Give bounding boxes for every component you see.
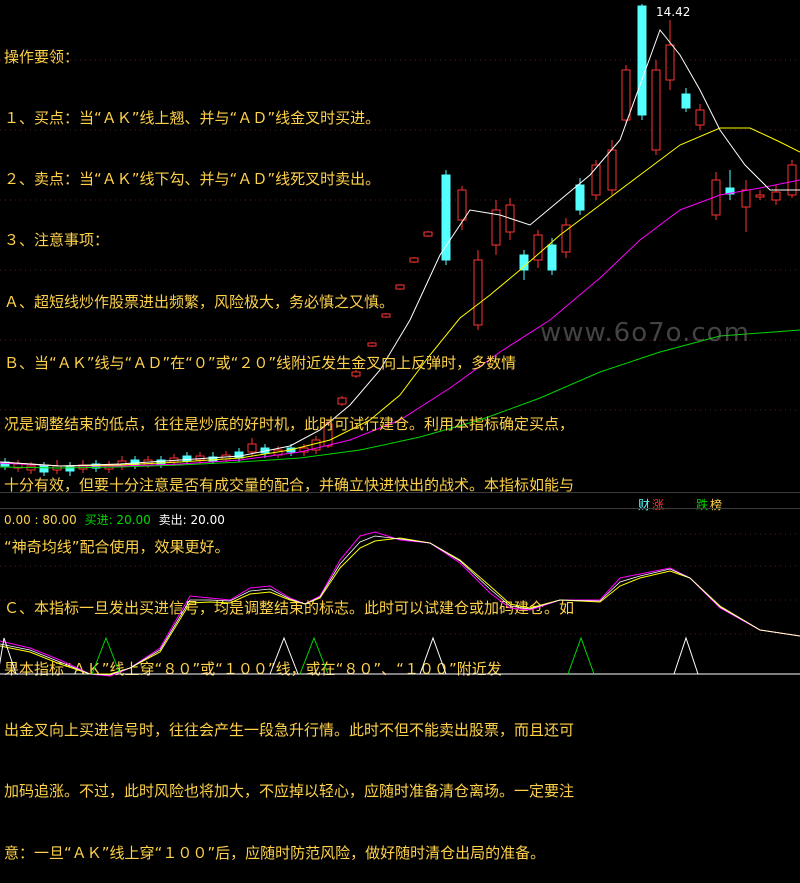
candle-body <box>637 5 647 116</box>
indicator-chart[interactable] <box>0 508 800 709</box>
ak-line <box>0 531 800 677</box>
panel-divider <box>0 492 800 493</box>
notes-line: 意：一旦“ＡＫ”线上穿“１００”后，应随时防范风险，做好随时清仓出局的准备。 <box>4 843 546 862</box>
candle-body <box>681 93 691 109</box>
sell-signal <box>673 636 699 675</box>
notes-line: 况是调整结束的低点，往往是炒底的好时机，此时可试行建仓。利用本指标确定买点， <box>4 415 575 434</box>
notes-line: １、买点：当“ＡＫ”线上翘、并与“ＡＤ”线金叉时买进。 <box>4 109 381 128</box>
notes-line: Ａ、超短线炒作股票进出频繁，风险极大，务必慎之又慎。 <box>4 292 395 311</box>
buy-signal <box>91 636 121 675</box>
notes-line: Ｂ、当“ＡＫ”线与“ＡＤ”在“０”或“２０”线附近发生金叉向上反弹时，多数情 <box>4 353 517 372</box>
signal-markers <box>0 636 699 675</box>
dotted-grid <box>0 533 800 635</box>
ak-white-line <box>0 535 800 676</box>
ad-line <box>0 537 800 675</box>
notes-title: 操作要领： <box>4 47 80 66</box>
candle-body <box>741 189 751 208</box>
notes-line: ２、卖点：当“ＡＫ”线下勾、并与“ＡＤ”线死叉时卖出。 <box>4 170 381 189</box>
notes-line: 出金叉向上买进信号时，往往会产生一段急升行情。此时不但不能卖出股票，而且还可 <box>4 721 575 740</box>
notes-line: 加码追涨。不过，此时风险也将加大，不应掉以轻心，应随时准备清仓离场。一定要注 <box>4 782 575 801</box>
high-price-label: 14.42 <box>656 5 691 19</box>
notes-line: ３、注意事项： <box>4 231 110 250</box>
candle-body <box>755 194 765 198</box>
instruction-notes: 操作要领： １、买点：当“ＡＫ”线上翘、并与“ＡＤ”线金叉时买进。 ２、卖点：当… <box>4 6 624 883</box>
sell-signal <box>0 637 17 675</box>
buy-signal <box>299 636 329 675</box>
candle-body <box>771 191 781 201</box>
candle-body <box>665 44 675 81</box>
buy-signal <box>567 636 595 675</box>
candle-body <box>651 69 661 151</box>
sell-signal <box>269 636 299 675</box>
sell-signal <box>419 636 447 675</box>
candle-body <box>695 109 705 126</box>
